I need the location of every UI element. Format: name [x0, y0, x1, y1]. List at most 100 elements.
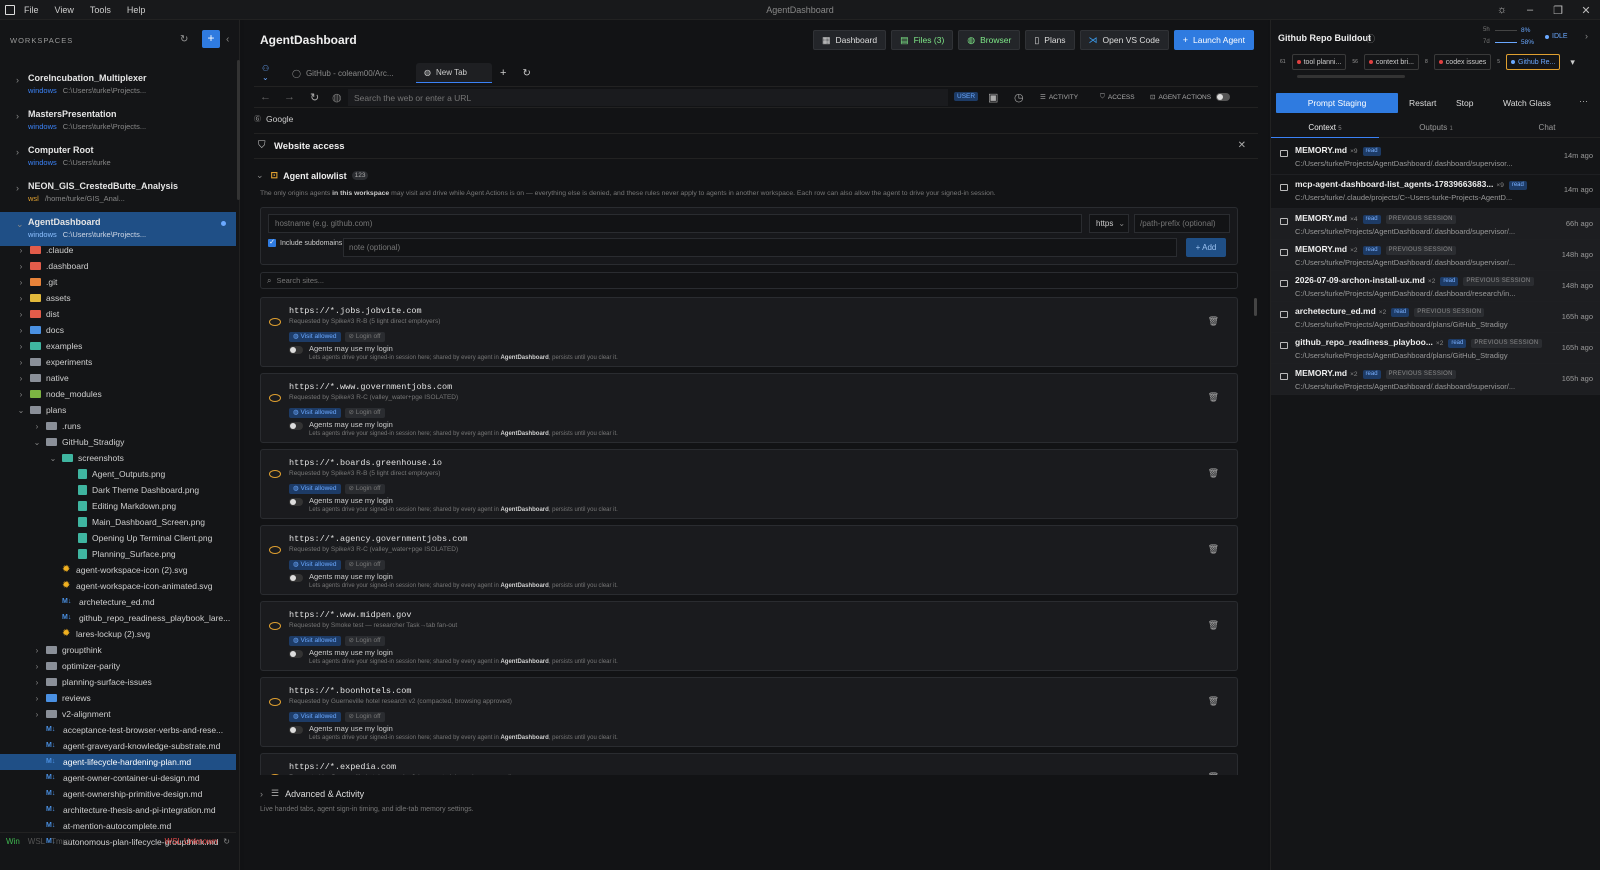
site-search-box[interactable]: ⌕ [260, 272, 1238, 289]
watch-glass-button[interactable]: Watch Glass [1503, 98, 1551, 108]
tree-folder[interactable]: › .git [0, 274, 236, 290]
workspace-item[interactable]: › Computer Root windows C:\Users\turke [0, 140, 236, 176]
trash-icon[interactable]: 🗑 [1208, 620, 1219, 631]
workspace-item[interactable]: › NEON_GIS_CrestedButte_Analysis wsl/hom… [0, 176, 236, 212]
menu-view[interactable]: View [55, 5, 74, 15]
restart-button[interactable]: Restart [1409, 98, 1436, 108]
use-login-toggle[interactable] [289, 498, 303, 506]
workspace-item[interactable]: › MastersPresentation windows C:\Users\tu… [0, 104, 236, 140]
theme-toggle-icon[interactable]: ☼ [1488, 0, 1516, 20]
agent-select-icon[interactable]: ⚇ ⌄ [254, 63, 284, 83]
site-search-input[interactable] [276, 276, 1177, 285]
tree-folder[interactable]: › .claude [0, 242, 236, 258]
close-window-button[interactable]: ✕ [1572, 0, 1600, 20]
visit-allowed-badge[interactable]: ◍ Visit allowed [289, 560, 341, 570]
add-workspace-button[interactable]: + [202, 30, 220, 48]
activity-button[interactable]: ☰ ACTIVITY [1040, 93, 1078, 102]
address-input[interactable] [348, 89, 948, 106]
launch-agent-button[interactable]: + Launch Agent [1173, 30, 1254, 50]
login-off-badge[interactable]: ⊘ Login off [344, 560, 385, 570]
include-subdomains[interactable]: ✓ Include subdomains [268, 239, 342, 247]
maximize-button[interactable]: ❐ [1544, 0, 1572, 20]
history-icon[interactable]: ◷ [1014, 91, 1024, 104]
visit-allowed-badge[interactable]: ◍ Visit allowed [289, 408, 341, 418]
login-off-badge[interactable]: ⊘ Login off [344, 408, 385, 418]
visit-allowed-badge[interactable]: ◍ Visit allowed [289, 332, 341, 342]
context-item[interactable]: MEMORY.md ×2 read PREVIOUS SESSION C:/Users/… [1271, 240, 1600, 271]
login-off-badge[interactable]: ⊘ Login off [344, 332, 385, 342]
workspace-item-active[interactable]: ⌄ AgentDashboard windows C:\Users\turke\P… [0, 212, 236, 246]
chip-agent[interactable]: tool planni... [1291, 54, 1347, 70]
trash-icon[interactable]: 🗑 [1208, 392, 1219, 403]
plans-button[interactable]: ▯ Plans [1025, 30, 1075, 50]
context-item[interactable]: 2026-07-09-archon-install-ux.md ×2 read PRE… [1271, 271, 1600, 302]
dashboard-button[interactable]: ▦ Dashboard [812, 30, 887, 50]
files-button[interactable]: ▤ Files (3) [891, 30, 954, 50]
menu-tools[interactable]: Tools [90, 5, 111, 15]
refresh-icon[interactable]: ↻ [180, 34, 188, 45]
visit-allowed-badge[interactable]: ◍ Visit allowed [289, 484, 341, 494]
add-site-button[interactable]: + Add [1186, 238, 1226, 257]
hostname-input[interactable] [268, 214, 1082, 233]
minimize-button[interactable]: – [1516, 0, 1544, 20]
forward-icon[interactable]: → [284, 91, 295, 103]
login-off-badge[interactable]: ⊘ Login off [344, 484, 385, 494]
visit-allowed-badge[interactable]: ◍ Visit allowed [289, 636, 341, 646]
more-options-icon[interactable]: ⋯ [1579, 96, 1588, 107]
use-login-toggle[interactable] [289, 650, 303, 658]
reload-icon[interactable]: ↻ [310, 91, 319, 104]
use-login-toggle[interactable] [289, 346, 303, 354]
context-item[interactable]: github_repo_readiness_playboo... ×2 read PR… [1271, 333, 1600, 364]
context-item[interactable]: archetecture_ed.md ×2 read PREVIOUS SESSION… [1271, 302, 1600, 333]
chip-agent[interactable]: codex issues [1433, 54, 1492, 70]
trash-icon[interactable]: 🗑 [1208, 772, 1219, 775]
bookmark-icon[interactable]: ▣ [988, 91, 998, 104]
chevron-right-icon[interactable]: › [1585, 31, 1588, 41]
visit-allowed-badge[interactable]: ◍ Visit allowed [289, 712, 341, 722]
more-icon[interactable]: ▾ [1570, 57, 1575, 68]
site-list-scrollbar[interactable] [1254, 298, 1257, 316]
open-vscode-button[interactable]: ⋊ Open VS Code [1079, 30, 1169, 50]
trash-icon[interactable]: 🗑 [1208, 316, 1219, 327]
allowlist-header[interactable]: ⌄ ⊡ Agent allowlist 123 [256, 170, 369, 181]
env-tmux[interactable]: Tmux [51, 837, 71, 846]
tab-new[interactable]: ◍ New Tab [416, 63, 492, 83]
access-button[interactable]: ⛉ ACCESS [1100, 93, 1135, 101]
tab-outputs[interactable]: Outputs 1 [1379, 119, 1493, 138]
context-item[interactable]: MEMORY.md ×4 read PREVIOUS SESSION C:/Users/… [1271, 209, 1600, 240]
chips-scrollbar[interactable] [1297, 75, 1405, 78]
stop-button[interactable]: Stop [1456, 98, 1474, 108]
close-icon[interactable]: ✕ [1238, 140, 1246, 151]
user-badge[interactable]: USER [954, 92, 979, 101]
tree-file[interactable]: M↓ architecture-thesis-and-pi-integration… [0, 802, 236, 818]
tab-github[interactable]: ◯ GitHub - coleam00/Arc... [284, 63, 416, 83]
tree-folder[interactable]: › .dashboard [0, 258, 236, 274]
collapse-sidebar-icon[interactable]: ‹ [226, 34, 229, 45]
menu-help[interactable]: Help [127, 5, 146, 15]
sidebar-scrollbar[interactable] [237, 60, 240, 200]
use-login-toggle[interactable] [289, 574, 303, 582]
env-win[interactable]: Win [6, 837, 20, 846]
tree-file[interactable]: M↓ agent-ownership-primitive-design.md [0, 786, 236, 802]
context-item[interactable]: MEMORY.md ×2 read PREVIOUS SESSION C:/Users/… [1271, 364, 1600, 395]
bookmark-google[interactable]: Ⓖ Google [254, 114, 293, 124]
trash-icon[interactable]: 🗑 [1208, 696, 1219, 707]
browser-button[interactable]: ◍ Browser [958, 30, 1021, 50]
trash-icon[interactable]: 🗑 [1208, 468, 1219, 479]
workspace-item[interactable]: › CoreIncubation_Multiplexer windows C:\U… [0, 68, 236, 104]
use-login-toggle[interactable] [289, 422, 303, 430]
reload-tabs-icon[interactable]: ↻ [514, 63, 538, 83]
checkbox-checked-icon[interactable]: ✓ [268, 239, 276, 247]
context-item[interactable]: MEMORY.md ×9 read C:/Users/turke/Projects/A… [1271, 141, 1600, 175]
refresh-icon[interactable]: ↻ [223, 837, 230, 846]
chip-agent[interactable]: context bri... [1363, 54, 1420, 70]
tab-context[interactable]: Context 5 [1271, 119, 1379, 138]
path-prefix-input[interactable] [1134, 214, 1230, 233]
prompt-staging-button[interactable]: Prompt Staging [1276, 93, 1398, 113]
context-item[interactable]: mcp-agent-dashboard-list_agents-17839663… [1271, 175, 1600, 209]
advanced-activity-header[interactable]: › ☰ Advanced & Activity [260, 788, 364, 799]
login-off-badge[interactable]: ⊘ Login off [344, 636, 385, 646]
chip-agent-active[interactable]: Github Re... [1506, 54, 1561, 70]
trash-icon[interactable]: 🗑 [1208, 544, 1219, 555]
login-off-badge[interactable]: ⊘ Login off [344, 712, 385, 722]
